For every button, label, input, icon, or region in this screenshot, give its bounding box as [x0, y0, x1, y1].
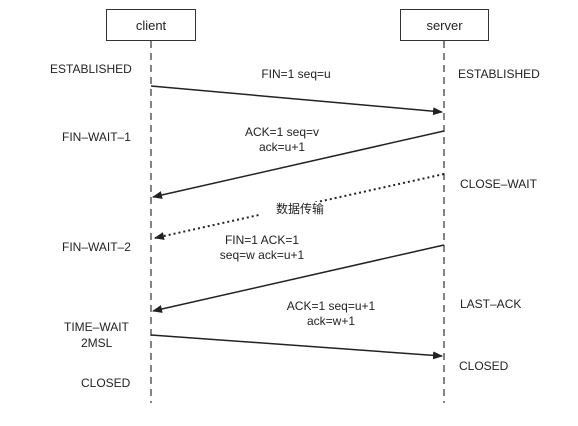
client-state-fin-wait-1: FIN–WAIT–1 [62, 130, 131, 144]
fin-arrow-client-to-server [150, 85, 443, 116]
message-fin-ack-label: FIN=1 ACK=1 seq=w ack=u+1 [202, 233, 322, 263]
server-state-established: ESTABLISHED [458, 67, 540, 81]
client-state-closed: CLOSED [81, 376, 131, 390]
client-box: client [106, 9, 196, 41]
server-state-last-ack: LAST–ACK [460, 297, 522, 311]
message-fin-ack-line2: seq=w ack=u+1 [219, 248, 305, 262]
server-box: server [400, 9, 489, 41]
message-final-ack-label: ACK=1 seq=u+1 ack=w+1 [271, 299, 391, 329]
message-ack-line1: ACK=1 seq=v [244, 125, 320, 139]
client-state-2msl: 2MSL [81, 336, 113, 350]
client-state-time-wait: TIME–WAIT [64, 320, 129, 334]
message-ack-label: ACK=1 seq=v ack=u+1 [222, 125, 342, 155]
message-final-ack-line1: ACK=1 seq=u+1 [286, 299, 376, 313]
client-state-fin-wait-2: FIN–WAIT–2 [62, 240, 131, 254]
message-final-ack-line2: ack=w+1 [306, 314, 356, 328]
server-state-close-wait: CLOSE–WAIT [460, 177, 537, 191]
client-state-established: ESTABLISHED [50, 62, 132, 76]
server-state-closed: CLOSED [459, 359, 509, 373]
message-fin-label: FIN=1 seq=u [261, 67, 331, 81]
message-ack-line2: ack=u+1 [258, 140, 306, 154]
final-ack-arrow-client-to-server [150, 334, 443, 360]
message-data-transfer-label: 数据传输 [260, 202, 340, 217]
message-fin-ack-line1: FIN=1 ACK=1 [224, 233, 300, 247]
